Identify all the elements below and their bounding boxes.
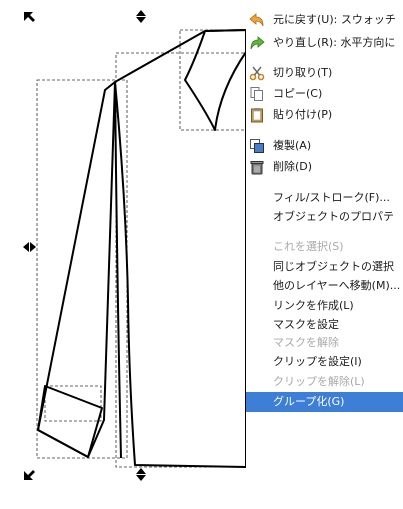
menu-item-label: クリップを設定(I) [273,355,362,368]
menu-item-label: やり直し(R): 水平方向に [273,36,396,49]
menu-item-label: 元に戻す(U): スウォッチ [273,13,396,26]
menu-item-label: 削除(D) [273,160,313,173]
selection-handles[interactable] [23,10,259,481]
scale-handle-bottom-left [24,470,35,480]
menu-item-label: クリップを解除(L) [273,375,365,388]
menu-item-select-same[interactable]: 同じオブジェクトの選択 [246,257,403,277]
scale-handle-middle-left [23,242,36,252]
menu-item-label: フィル/ストローク(F)... [273,191,390,204]
bbox-collar [179,29,248,131]
menu-item-set-clip[interactable]: クリップを設定(I) [246,352,403,372]
duplicate-icon [250,139,264,153]
menu-item-create-link[interactable]: リンクを作成(L) [246,296,403,316]
menu-item-duplicate[interactable]: 複製(A) [246,136,403,156]
menu-item-label: 切り取り(T) [273,66,333,79]
menu-item-delete[interactable]: 削除(D) [246,157,403,177]
menu-item-label: 複製(A) [273,139,312,152]
menu-item-label: マスクを解除 [273,336,339,349]
menu-item-label: グループ化(G) [273,395,345,408]
menu-item-fill-stroke[interactable]: フィル/ストローク(F)... [246,188,403,208]
scale-handle-bottom-center [136,468,146,481]
selection-bounding-boxes [36,29,248,468]
menu-item-object-properties[interactable]: オブジェクトのプロパテ [246,207,403,227]
menu-item-label: 同じオブジェクトの選択 [273,260,394,273]
menu-item-move-to-layer[interactable]: 他のレイヤーへ移動(M)... [246,276,403,296]
menu-item-release-mask: マスクを解除 [246,333,403,353]
undo-icon [249,13,264,27]
copy-icon [250,87,263,101]
menu-item-group[interactable]: グループ化(G) [246,392,403,412]
shirt-drawing[interactable] [37,29,247,468]
sleeve-outline [37,81,116,458]
scale-handle-top-left [24,12,35,22]
scissors-icon [249,66,265,81]
menu-item-label: マスクを設定 [273,318,339,331]
menu-item-redo[interactable]: やり直し(R): 水平方向に [246,33,403,53]
menu-item-cut[interactable]: 切り取り(T) [246,63,403,83]
bbox-back-panel [115,52,248,468]
context-menu: 元に戻す(U): スウォッチ やり直し(R): 水平方向に 切り取り(T) コピ… [246,0,403,509]
menu-item-label: 他のレイヤーへ移動(M)... [273,279,401,292]
menu-item-set-mask[interactable]: マスクを設定 [246,315,403,335]
menu-item-label: 貼り付け(P) [273,108,333,121]
collar-outline [184,29,247,131]
menu-item-undo[interactable]: 元に戻す(U): スウォッチ [246,10,403,30]
menu-item-label: これを選択(S) [273,240,344,253]
redo-icon [250,36,265,50]
trash-icon [250,161,264,175]
shirt-body-outline [114,29,247,468]
scale-handle-top-center [136,10,146,23]
menu-item-select-this: これを選択(S) [246,237,403,257]
menu-item-copy[interactable]: コピー(C) [246,84,403,104]
menu-item-label: オブジェクトのプロパテ [273,210,394,223]
menu-item-label: コピー(C) [273,87,323,100]
menu-item-release-clip: クリップを解除(L) [246,372,403,392]
menu-item-paste[interactable]: 貼り付け(P) [246,105,403,125]
menu-item-label: リンクを作成(L) [273,299,354,312]
paste-icon [251,108,263,123]
